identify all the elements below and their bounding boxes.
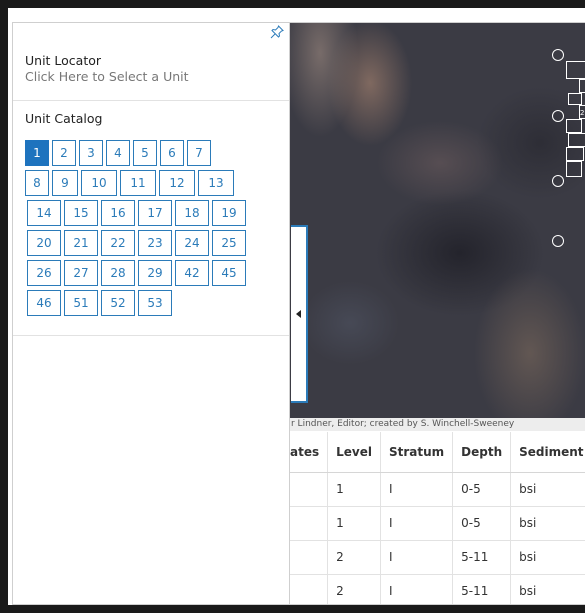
unit-button-5[interactable]: 5: [133, 140, 157, 166]
unit-button-10[interactable]: 10: [81, 170, 117, 196]
chevron-left-icon: [296, 310, 301, 318]
column-header-stratum[interactable]: Stratum: [380, 432, 454, 473]
column-header-dates[interactable]: ates: [290, 432, 329, 473]
unit-catalog-section: Unit Catalog 1 2 3 4 5 6 7 8 9 10 11 12 13 14 15 16 17 18…: [13, 101, 289, 336]
unit-button-15[interactable]: 15: [64, 200, 98, 226]
unit-data-table: ates Level Stratum Depth Sediment 1 I 0-5 b…: [290, 432, 585, 604]
column-header-sediment[interactable]: Sediment: [510, 432, 585, 473]
map-attribution: r Lindner, Editor; created by S. Winchel…: [290, 418, 585, 431]
cell-dates: [290, 506, 329, 541]
unit-locator-section[interactable]: Unit Locator Click Here to Select a Unit: [13, 23, 289, 101]
cell-dates: [290, 472, 329, 507]
attribute-table: ates Level Stratum Depth Sediment 1 I 0-5 b…: [290, 432, 585, 604]
table-body: 1 I 0-5 bsi 1 I 0-5 bsi 2 I 5-11 bsi 2 I 5-11 bsi: [290, 472, 585, 604]
cell-sediment: bsi: [510, 472, 585, 507]
unit-button-42[interactable]: 42: [175, 260, 209, 286]
unit-locator-hint[interactable]: Click Here to Select a Unit: [25, 69, 277, 85]
cell-level: 2: [327, 574, 381, 604]
cell-level: 1: [327, 472, 381, 507]
unit-button-16[interactable]: 16: [101, 200, 135, 226]
cell-level: 1: [327, 506, 381, 541]
unit-button-24[interactable]: 24: [175, 230, 209, 256]
unit-button-12[interactable]: 12: [159, 170, 195, 196]
unit-grid-cell[interactable]: [579, 79, 585, 93]
table-header-row: ates Level Stratum Depth Sediment: [290, 432, 585, 473]
unit-button-52[interactable]: 52: [101, 290, 135, 316]
cell-stratum: I: [380, 506, 454, 541]
unit-marker[interactable]: [552, 175, 564, 187]
column-header-depth[interactable]: Depth: [452, 432, 512, 473]
unit-button-21[interactable]: 21: [64, 230, 98, 256]
cell-depth: 0-5: [452, 472, 512, 507]
unit-button-row: 8 9 10 11 12 13: [25, 170, 277, 196]
unit-button-4[interactable]: 4: [106, 140, 130, 166]
cell-depth: 0-5: [452, 506, 512, 541]
cell-stratum: I: [380, 540, 454, 575]
table-row[interactable]: 2 I 5-11 bsi: [290, 574, 585, 604]
unit-marker[interactable]: [552, 49, 564, 61]
cell-level: 2: [327, 540, 381, 575]
unit-button-18[interactable]: 18: [175, 200, 209, 226]
cell-depth: 5-11: [452, 540, 512, 575]
unit-button-13[interactable]: 13: [198, 170, 234, 196]
unit-button-row: 20 21 22 23 24 25: [25, 230, 277, 256]
unit-button-9[interactable]: 9: [52, 170, 78, 196]
unit-button-20[interactable]: 20: [27, 230, 61, 256]
cell-dates: [290, 574, 329, 604]
map-view[interactable]: 20: [290, 23, 585, 418]
unit-grid-cell[interactable]: [566, 61, 585, 79]
table-row[interactable]: 1 I 0-5 bsi: [290, 472, 585, 507]
unit-button-25[interactable]: 25: [212, 230, 246, 256]
unit-button-27[interactable]: 27: [64, 260, 98, 286]
unit-button-row: 14 15 16 17 18 19: [25, 200, 277, 226]
unit-button-grid: 1 2 3 4 5 6 7 8 9 10 11 12 13 14 15 16 17 18 19 20 21 22 23 24 2…: [25, 140, 277, 316]
unit-button-46[interactable]: 46: [27, 290, 61, 316]
cell-stratum: I: [380, 472, 454, 507]
unit-button-28[interactable]: 28: [101, 260, 135, 286]
unit-button-23[interactable]: 23: [138, 230, 172, 256]
unit-button-7[interactable]: 7: [187, 140, 211, 166]
unit-grid-cell[interactable]: [568, 93, 582, 105]
cell-sediment: bsi: [510, 506, 585, 541]
unit-button-53[interactable]: 53: [138, 290, 172, 316]
unit-button-3[interactable]: 3: [79, 140, 103, 166]
unit-button-26[interactable]: 26: [27, 260, 61, 286]
unit-button-14[interactable]: 14: [27, 200, 61, 226]
unit-locator-title: Unit Locator: [25, 53, 102, 68]
collapse-panel-button[interactable]: [291, 225, 308, 403]
unit-grid-cell[interactable]: [566, 147, 584, 161]
cell-stratum: I: [380, 574, 454, 604]
app-container: 20 r Lindner, Editor; created by S. Winc…: [12, 22, 585, 605]
cell-dates: [290, 540, 329, 575]
unit-button-row: 46 51 52 53: [25, 290, 277, 316]
unit-grid-cell[interactable]: [566, 161, 582, 177]
table-row[interactable]: 1 I 0-5 bsi: [290, 506, 585, 541]
unit-button-1[interactable]: 1: [25, 140, 49, 166]
table-row[interactable]: 2 I 5-11 bsi: [290, 540, 585, 575]
unit-button-8[interactable]: 8: [25, 170, 49, 196]
unit-button-2[interactable]: 2: [52, 140, 76, 166]
unit-button-22[interactable]: 22: [101, 230, 135, 256]
unit-button-51[interactable]: 51: [64, 290, 98, 316]
cell-sediment: bsi: [510, 540, 585, 575]
unit-button-row: 26 27 28 29 42 45: [25, 260, 277, 286]
unit-marker[interactable]: [552, 110, 564, 122]
pin-icon[interactable]: [270, 25, 284, 39]
unit-button-19[interactable]: 19: [212, 200, 246, 226]
grid-unit-label: 20: [580, 109, 585, 117]
unit-button-11[interactable]: 11: [120, 170, 156, 196]
cell-sediment: bsi: [510, 574, 585, 604]
unit-marker[interactable]: [552, 235, 564, 247]
unit-button-17[interactable]: 17: [138, 200, 172, 226]
unit-grid-cell[interactable]: [568, 133, 585, 147]
column-header-level[interactable]: Level: [327, 432, 381, 473]
unit-button-29[interactable]: 29: [138, 260, 172, 286]
cell-depth: 5-11: [452, 574, 512, 604]
unit-button-6[interactable]: 6: [160, 140, 184, 166]
unit-catalog-title: Unit Catalog: [25, 111, 103, 126]
unit-button-row: 1234567: [25, 140, 277, 166]
side-panel: Unit Locator Click Here to Select a Unit…: [13, 23, 290, 604]
unit-button-45[interactable]: 45: [212, 260, 246, 286]
unit-grid-cell[interactable]: [566, 119, 582, 133]
